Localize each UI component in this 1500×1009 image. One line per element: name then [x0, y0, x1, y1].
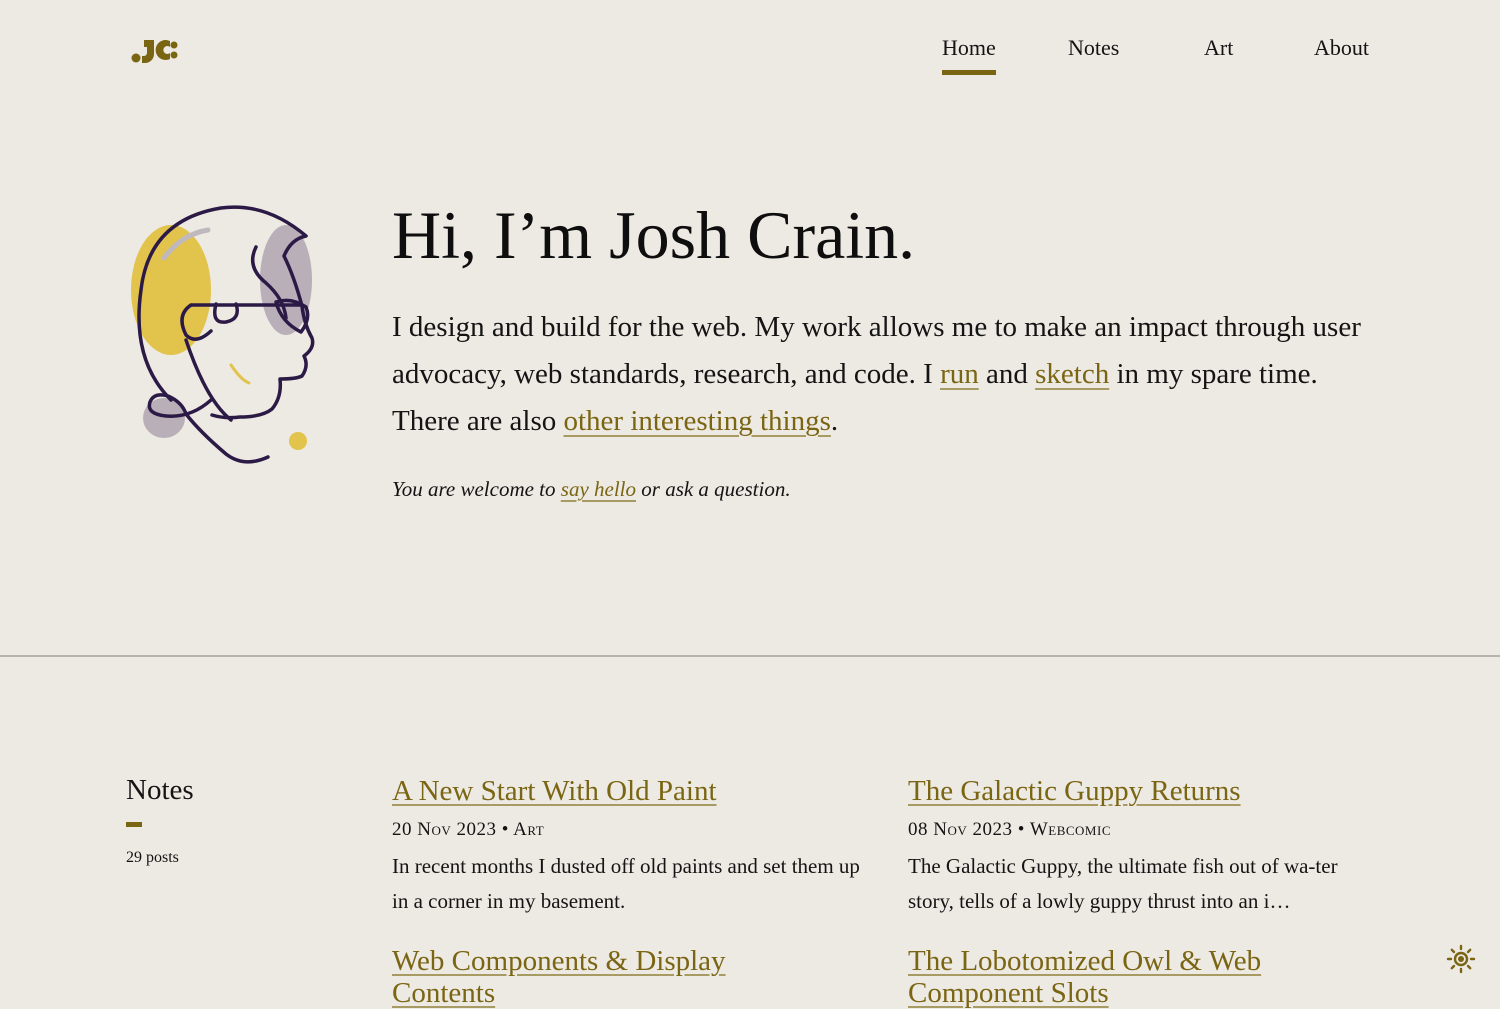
- notes-title: Notes: [126, 774, 194, 806]
- hero-subtext: You are welcome to say hello or ask a qu…: [392, 477, 1392, 502]
- say-hello-link[interactable]: say hello: [561, 477, 636, 501]
- sun-icon[interactable]: [1446, 944, 1476, 974]
- hero-text-part: .: [830, 405, 839, 437]
- notes-count: 29 posts: [126, 849, 179, 866]
- meta-separator: •: [501, 819, 509, 840]
- post-category: Art: [513, 819, 545, 840]
- portrait-illustration-icon: [131, 205, 315, 464]
- nav-home[interactable]: Home: [942, 32, 996, 75]
- post-card: The Lobotomized Owl & Web Component Slot…: [908, 945, 1328, 1009]
- post-link[interactable]: The Lobotomized Owl & Web Component Slot…: [908, 945, 1261, 1009]
- post-title: The Galactic Guppy Returns: [908, 775, 1378, 807]
- hero-sub-part: You are welcome to: [392, 477, 561, 501]
- section-divider: [0, 655, 1500, 657]
- hero-title: Hi, I’m Josh Crain.: [392, 197, 916, 273]
- post-link[interactable]: Web Components & Display Contents: [392, 945, 726, 1009]
- logo-icon[interactable]: [130, 36, 180, 64]
- post-link[interactable]: The Galactic Guppy Returns: [908, 775, 1241, 807]
- run-link[interactable]: run: [940, 358, 979, 390]
- post-excerpt: In recent months I dusted off old paints…: [392, 854, 860, 913]
- post-title: A New Start With Old Paint: [392, 775, 862, 807]
- main-nav: Home Notes Art About: [900, 32, 1380, 82]
- other-things-link[interactable]: other interesting things: [563, 405, 830, 437]
- post-meta: 20 Nov 2023 • Art: [392, 819, 862, 841]
- post-title: The Lobotomized Owl & Web Component Slot…: [908, 945, 1328, 1009]
- post-date: 20 Nov 2023: [392, 819, 497, 840]
- post-category: Webcomic: [1029, 819, 1111, 840]
- meta-separator: •: [1017, 819, 1025, 840]
- nav-art[interactable]: Art: [1204, 32, 1233, 64]
- post-meta: 08 Nov 2023 • Webcomic: [908, 819, 1378, 841]
- post-link[interactable]: A New Start With Old Paint: [392, 775, 717, 807]
- notes-accent-bar: [126, 822, 142, 827]
- nav-notes[interactable]: Notes: [1068, 32, 1119, 64]
- post-date: 08 Nov 2023: [908, 819, 1013, 840]
- post-card: A New Start With Old Paint 20 Nov 2023 •…: [392, 775, 862, 919]
- sketch-link[interactable]: sketch: [1035, 358, 1109, 390]
- post-title: Web Components & Display Contents: [392, 945, 792, 1009]
- post-card: The Galactic Guppy Returns 08 Nov 2023 •…: [908, 775, 1378, 919]
- post-excerpt: The Galactic Guppy, the ultimate fish ou…: [908, 854, 1338, 913]
- nav-about[interactable]: About: [1314, 32, 1369, 64]
- hero-section: Hi, I’m Josh Crain. I design and build f…: [392, 190, 1392, 502]
- hero-intro: I design and build for the web. My work …: [392, 304, 1382, 445]
- hero-text-part: and: [978, 358, 1036, 390]
- hero-sub-part: or ask a question.: [636, 477, 791, 501]
- notes-header: Notes 29 posts: [126, 770, 326, 867]
- post-card: Web Components & Display Contents: [392, 945, 792, 1009]
